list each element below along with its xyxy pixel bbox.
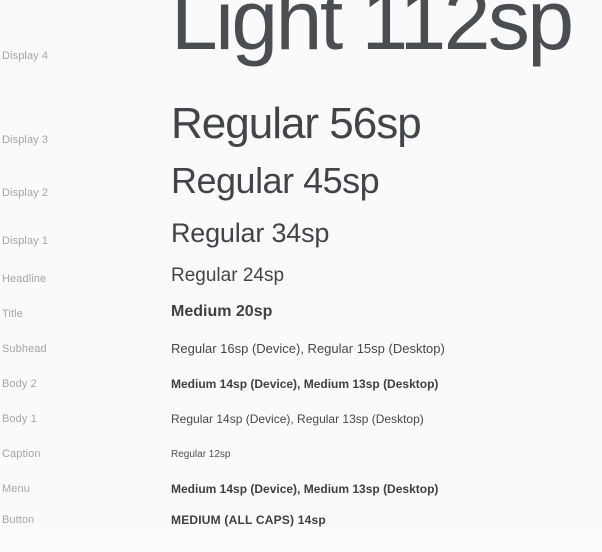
type-row-sample: Regular 14sp (Device), Regular 13sp (Des… (171, 412, 424, 426)
type-row-sample: MEDIUM (ALL CAPS) 14sp (171, 513, 326, 527)
type-row-label: Body 1 (2, 413, 37, 425)
type-row-label: Menu (2, 483, 30, 495)
type-row-sample: Medium 14sp (Device), Medium 13sp (Deskt… (171, 482, 439, 496)
type-row-label: Subhead (2, 343, 47, 355)
type-row-label: Display 4 (2, 50, 49, 62)
type-row-sample: Regular 56sp (171, 99, 422, 148)
type-row-sample: Light 112sp (171, 0, 574, 67)
type-row-sample: Regular 45sp (171, 160, 380, 201)
type-row-label: Headline (2, 273, 47, 285)
type-row-label: Display 3 (2, 134, 49, 146)
type-row-sample: Regular 24sp (171, 265, 285, 286)
type-row-label: Body 2 (2, 378, 37, 390)
type-row-label: Caption (2, 448, 41, 460)
sheet-footer (0, 532, 602, 552)
type-row-sample: Regular 34sp (171, 218, 330, 248)
type-row-sample: Medium 20sp (171, 303, 273, 320)
type-scale-sheet: Display 4 Light 112sp Display 3 Regular … (0, 0, 602, 552)
type-row-label: Display 1 (2, 235, 49, 247)
type-row-label: Button (2, 514, 35, 526)
type-row-sample: Medium 14sp (Device), Medium 13sp (Deskt… (171, 377, 439, 391)
type-row-label: Title (2, 308, 23, 320)
type-row-sample: Regular 12sp (171, 449, 231, 460)
type-row-label: Display 2 (2, 187, 49, 199)
type-row-sample: Regular 16sp (Device), Regular 15sp (Des… (171, 341, 445, 356)
